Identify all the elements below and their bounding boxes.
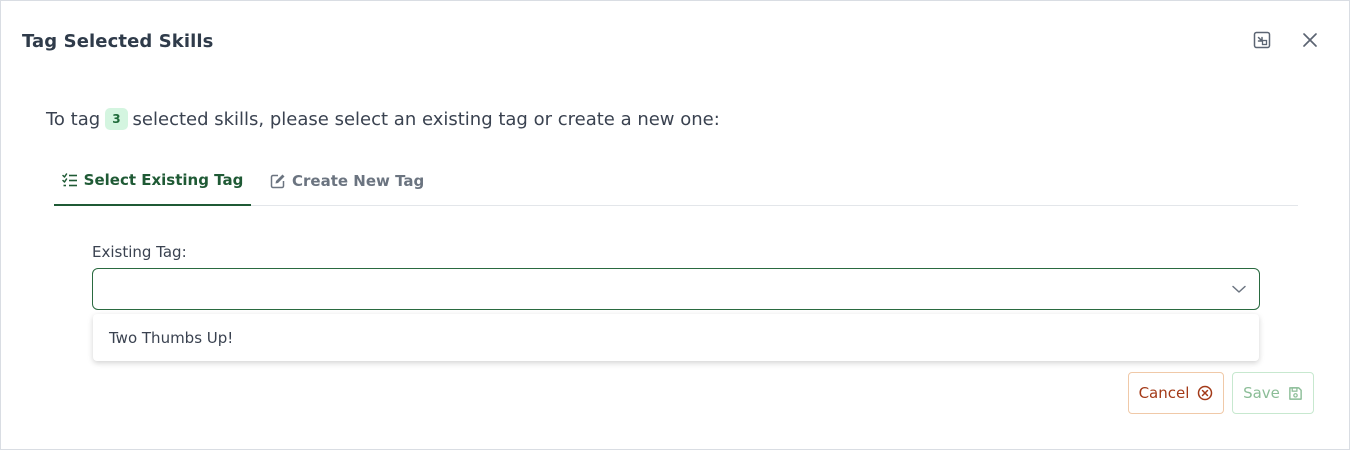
tag-skills-dialog: Tag Selected Skills To tag 3 selected sk…	[0, 0, 1350, 450]
cancel-label: Cancel	[1138, 384, 1190, 402]
minimize-button[interactable]	[1251, 31, 1273, 53]
tag-mode-tabs: Select Existing Tag Create New Tag	[54, 156, 1298, 206]
close-button[interactable]	[1299, 31, 1321, 53]
tag-dropdown-menu: Two Thumbs Up!	[93, 314, 1259, 361]
save-button[interactable]: Save	[1232, 372, 1314, 414]
tab-create-new-tag[interactable]: Create New Tag	[270, 156, 424, 206]
existing-tag-select[interactable]	[92, 268, 1260, 310]
close-icon	[1302, 32, 1318, 52]
tab-select-existing-tag[interactable]: Select Existing Tag	[54, 156, 251, 206]
edit-icon	[270, 173, 286, 189]
existing-tag-label: Existing Tag:	[92, 243, 187, 261]
dialog-title: Tag Selected Skills	[22, 31, 214, 52]
dropdown-option[interactable]: Two Thumbs Up!	[93, 314, 1259, 361]
checklist-icon	[61, 173, 78, 187]
tab-label: Select Existing Tag	[83, 171, 244, 189]
selected-count-badge: 3	[105, 108, 128, 130]
cancel-button[interactable]: Cancel	[1128, 372, 1224, 414]
save-icon	[1288, 386, 1303, 401]
cancel-circle-icon	[1197, 385, 1213, 401]
minimize-icon	[1253, 31, 1271, 53]
save-label: Save	[1243, 384, 1280, 402]
chevron-down-icon	[1231, 281, 1247, 301]
intro-prefix: To tag	[46, 108, 101, 130]
intro-suffix: selected skills, please select an existi…	[132, 108, 720, 130]
intro-text: To tag 3 selected skills, please select …	[46, 108, 720, 130]
tab-label: Create New Tag	[292, 172, 425, 190]
